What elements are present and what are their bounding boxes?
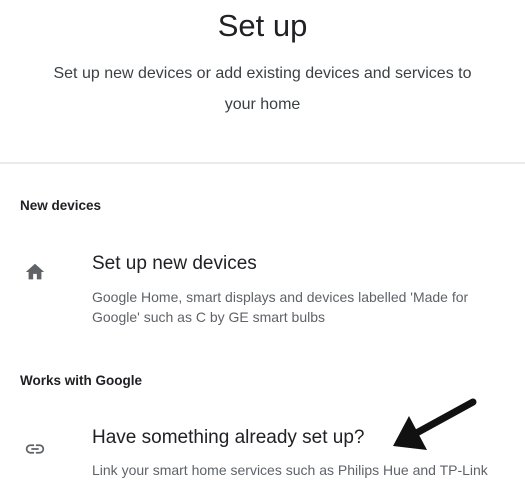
pointing-arrow-icon — [393, 398, 477, 450]
link-existing-service-title: Have something already set up? — [92, 427, 365, 448]
section-heading-works-with-google: Works with Google — [20, 373, 143, 388]
page-title: Set up — [217, 8, 308, 43]
setup-new-devices-title: Set up new devices — [92, 253, 257, 274]
section-heading-new-devices: New devices — [20, 198, 102, 213]
link-icon — [24, 438, 46, 460]
setup-new-devices-item[interactable]: Set up new devices Google Home, smart di… — [0, 245, 525, 335]
page-subtitle: Set up new devices or add existing devic… — [53, 65, 472, 113]
setup-new-devices-description: Google Home, smart displays and devices … — [92, 289, 469, 325]
link-existing-service-description: Link your smart home services such as Ph… — [92, 462, 488, 478]
home-icon — [24, 261, 46, 283]
page-header: Set up Set up new devices or add existin… — [0, 0, 525, 165]
header-divider — [0, 162, 525, 164]
